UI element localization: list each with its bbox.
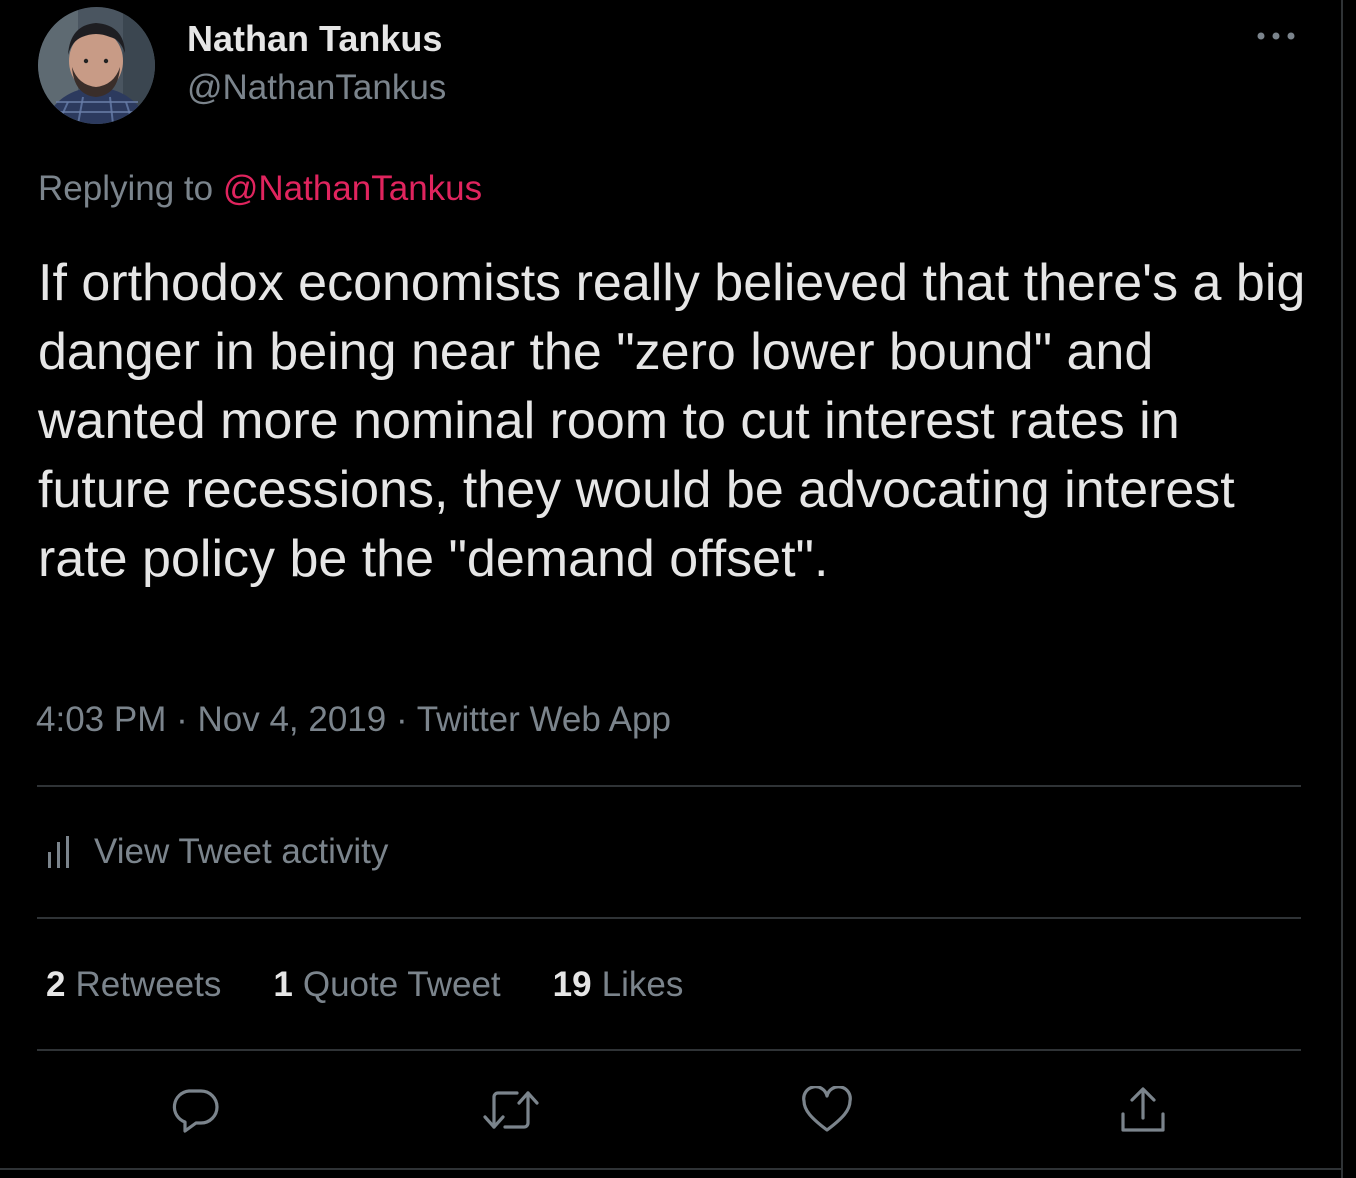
divider xyxy=(37,917,1301,919)
likes-label: Likes xyxy=(601,965,684,1004)
bar-chart-icon xyxy=(46,834,76,870)
view-tweet-activity-link[interactable]: View Tweet activity xyxy=(46,832,388,872)
likes-count: 19 xyxy=(552,965,592,1004)
meta-separator: · xyxy=(395,700,408,739)
tweet-stats: 2 Retweets 1 Quote Tweet 19 Likes xyxy=(46,965,735,1005)
retweets-count: 2 xyxy=(46,965,66,1004)
bottom-border xyxy=(0,1168,1343,1170)
retweet-button[interactable] xyxy=(481,1080,541,1140)
replying-to: Replying to @NathanTankus xyxy=(38,169,482,209)
tweet-time[interactable]: 4:03 PM xyxy=(36,700,166,739)
retweets-label: Retweets xyxy=(75,965,222,1004)
column-border xyxy=(1341,0,1343,1178)
tweet-date[interactable]: Nov 4, 2019 xyxy=(197,700,386,739)
more-options-button[interactable] xyxy=(1252,22,1300,50)
more-horizontal-icon xyxy=(1257,32,1295,40)
quote-tweets-label: Quote Tweet xyxy=(302,965,501,1004)
author-handle[interactable]: @NathanTankus xyxy=(187,68,446,108)
replying-to-label: Replying to xyxy=(38,169,214,208)
tweet-detail: Nathan Tankus @NathanTankus Replying to … xyxy=(0,0,1342,1170)
author-name[interactable]: Nathan Tankus xyxy=(187,18,442,60)
view-tweet-activity-label: View Tweet activity xyxy=(94,832,389,871)
reply-mention-link[interactable]: @NathanTankus xyxy=(223,169,482,208)
tweet-text: If orthodox economists really believed t… xyxy=(38,254,1306,588)
meta-separator: · xyxy=(176,700,188,739)
share-icon xyxy=(1121,1087,1165,1132)
tweet-source[interactable]: Twitter Web App xyxy=(417,700,671,739)
quote-tweets-stat[interactable]: 1 Quote Tweet xyxy=(273,965,500,1005)
likes-stat[interactable]: 19 Likes xyxy=(553,965,684,1005)
like-button[interactable] xyxy=(797,1080,857,1140)
divider xyxy=(37,1049,1301,1051)
divider xyxy=(37,785,1301,787)
retweets-stat[interactable]: 2 Retweets xyxy=(46,965,221,1005)
quote-tweets-count: 1 xyxy=(273,965,293,1004)
share-button[interactable] xyxy=(1113,1080,1173,1140)
heart-icon xyxy=(802,1086,852,1132)
avatar[interactable] xyxy=(38,7,155,124)
retweet-icon xyxy=(483,1091,539,1129)
tweet-meta: 4:03 PM · Nov 4, 2019 · Twitter Web App xyxy=(36,700,671,740)
reply-button[interactable] xyxy=(165,1080,225,1140)
reply-bubble-icon xyxy=(172,1089,219,1133)
